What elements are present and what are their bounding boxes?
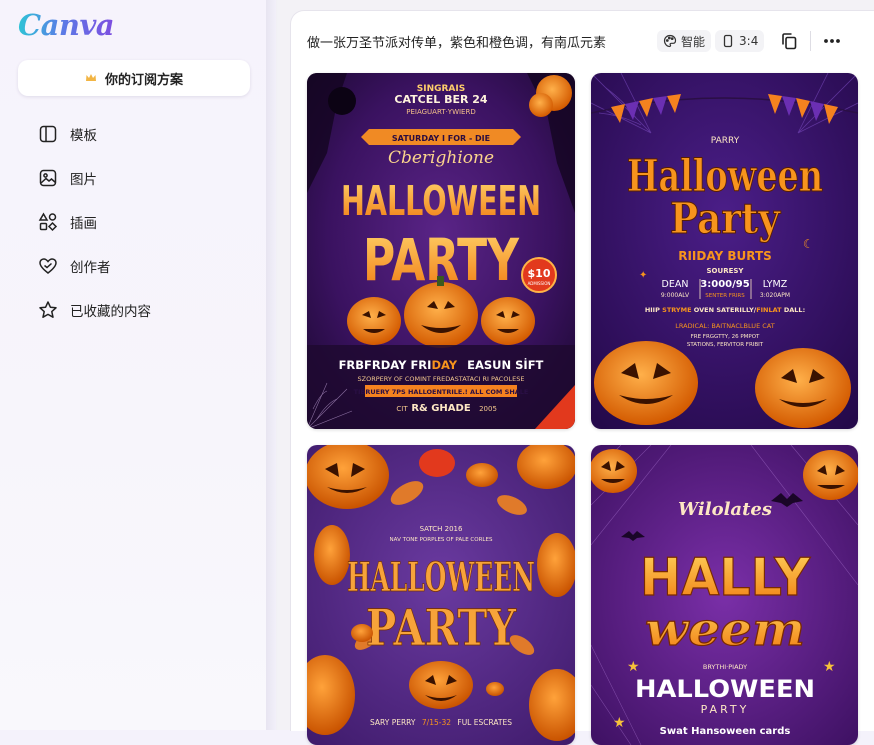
poster1-ribbon: SATURDAY I FOR - DIE [392,134,490,143]
sidebar-item-images[interactable]: 图片 [38,156,248,200]
poster3-title1: HALLOWEEN [347,554,535,601]
poster2-col2a: 3:000/95 [700,279,749,290]
poster1-price: $10 [528,267,551,280]
generated-design-3[interactable]: SATCH 2016 NAV TONE PORPLES OF PALE CORL… [307,445,575,745]
star-decoration-icon: ✦ [639,270,647,281]
generated-design-1[interactable]: SINGRAIS CATCEL BER 24 PEIAGUART·YWIERD … [307,73,575,429]
canva-logo[interactable]: Canva [18,8,115,42]
poster1-footer3: TIBRUERY 7PS HALLOENTRILE.! ALL COM SHAL… [354,388,529,396]
poster2-line2: LRADICAL: BAITNACLBLUE CAT [675,322,774,330]
prompt-text[interactable]: 做一张万圣节派对传单，紫色和橙色调，有南瓜元素 [307,32,653,51]
poster2-col2b: SENTER FRIRS [705,293,745,299]
style-chip-label: 智能 [681,34,706,49]
subscription-button[interactable]: 你的订阅方案 [18,60,250,96]
poster3-top1: SATCH 2016 [420,525,463,533]
poster4-sub1: BRYTHI·PIADY [703,663,747,671]
poster2-line4: STATIONS, FERVITOR FRIBIT [687,342,764,348]
style-chip[interactable]: 智能 [657,30,712,52]
more-horizontal-icon [824,39,841,43]
sidebar-nav: 模板 图片 插画 创作者 已收藏的内容 [38,112,248,332]
template-icon [39,125,57,143]
poster4-title4: PARTY [701,703,750,716]
sidebar-item-label: 图片 [70,172,97,188]
sidebar-item-illustrations[interactable]: 插画 [38,200,248,244]
poster1-footer1-b: DAY [431,358,457,372]
poster1-footer2: SZORPERY OF COMINT FREDASTATACI RI PACOL… [358,375,525,383]
poster2-line1-b: STRYME [662,306,691,314]
sidebar-item-label: 创作者 [70,260,111,276]
poster2-col3b: 3:020APM [760,292,790,299]
portrait-ratio-icon [723,34,733,48]
ratio-chip[interactable]: 3:4 [715,30,765,52]
poster2-line1-c: OVEN SATERILLY/ [694,306,757,314]
more-options-button[interactable] [819,28,845,54]
poster1-title1: HALLOWEEN [341,177,541,225]
poster1-footer4-right: 2005 [479,405,497,413]
sidebar: Canva 你的订阅方案 模板 图片 插画 创作者 已收藏的内容 [0,0,266,730]
sidebar-item-templates[interactable]: 模板 [38,112,248,156]
poster2-line1-e: DALL: [784,306,805,314]
poster3-top2: NAV TONE PORPLES OF PALE CORLES [390,537,493,543]
heart-creator-icon [39,258,57,274]
poster3-title2: PARTY [366,598,517,657]
poster4-bottom: Swat Hansoween cards [660,726,791,737]
poster1-price-sub: ADMISSION [528,281,551,286]
poster2-line1-d: FINLAT [756,306,782,314]
poster3-bottom-a: SARY PERRY [370,718,416,727]
panel-divider [266,0,278,730]
poster1-footer4-left: CIT [396,405,408,413]
poster1-line2: CATCEL BER 24 [394,93,488,106]
poster1-line3: PEIAGUART·YWIERD [406,108,476,116]
poster2-top: PARRY [711,136,740,146]
poster2-line3: FRE FRGGTTY, 26 PMPOT [691,334,760,340]
copy-button[interactable] [776,28,802,54]
star-icon [39,301,57,318]
poster1-footer1-c: EASUN SİFT [467,357,543,372]
poster4-title2: weem [645,602,805,656]
poster1-script: Cberighione [388,148,494,168]
star-decoration-icon: ★ [627,659,640,675]
poster2-col1b: 9:000ALV [661,292,690,299]
generated-design-2[interactable]: PARRY Halloween Party RIIDAY BURTS SOURE… [591,73,858,429]
prompt-toolbar: 做一张万圣节派对传单，紫色和橙色调，有南瓜元素 智能 3:4 [307,24,867,58]
poster2-souresy: SOURESY [707,267,745,275]
image-icon [39,169,57,187]
sidebar-item-label: 已收藏的内容 [70,304,151,320]
poster2-line1-a: HIIP [645,306,660,314]
poster1-footer4: R& GHADE [411,403,471,414]
poster3-bottom-c: FUL ESCRATES [457,718,512,727]
shapes-icon [38,212,58,232]
toolbar-divider [810,31,812,51]
star-decoration-icon: ★ [823,659,836,675]
poster4-title1: HALLY [640,548,811,608]
crescent-moon-icon: ☾ [803,237,814,251]
generated-design-4[interactable]: Wilolates HALLY weem BRYTHI·PIADY HALLOW… [591,445,858,745]
poster2-title2: Party [670,194,781,243]
crown-icon [85,74,96,81]
poster2-col3a: LYMZ [763,279,788,290]
sidebar-item-label: 插画 [70,216,97,232]
ratio-chip-label: 3:4 [739,34,759,48]
poster2-line1: HIIP STRYME OVEN SATERILLY/FINLAT DALL: [645,306,805,314]
poster4-top: Wilolates [678,499,772,520]
poster3-bottom-b: 7/15-32 [422,718,451,727]
sidebar-item-creators[interactable]: 创作者 [38,244,248,288]
poster1-footer1: FRBFRDAY FRIDAY EASUN SİFT [339,357,544,372]
poster1-footer1-a: FRBFRDAY FRI [339,358,432,372]
palette-icon [663,34,677,48]
copy-icon [782,33,797,50]
sidebar-item-starred[interactable]: 已收藏的内容 [38,288,248,332]
star-decoration-icon: ★ [613,715,626,731]
poster2-col1a: DEAN [662,279,689,290]
poster3-bottom: SARY PERRY 7/15-32 FUL ESCRATES [370,718,512,727]
poster4-title3: HALLOWEEN [635,675,815,703]
subscription-label: 你的订阅方案 [104,72,183,88]
sidebar-item-label: 模板 [70,128,97,144]
poster2-subtitle: RIIDAY BURTS [678,249,772,263]
